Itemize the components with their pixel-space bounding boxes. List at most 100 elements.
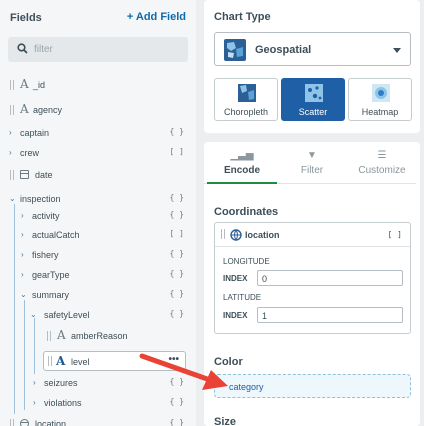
chevron-right-icon[interactable]: › [21, 230, 24, 239]
field-row-actualcatch[interactable]: › actualCatch [ ] [0, 226, 196, 244]
object-type-icon: { } [169, 210, 184, 219]
field-row-inspection[interactable]: ⌄ inspection { } [0, 190, 196, 208]
geo-field-icon [230, 229, 242, 241]
field-row-safetylevel[interactable]: ⌄ safetyLevel { } [0, 306, 196, 324]
tab-encode[interactable]: ▁▃▅ Encode [207, 142, 277, 184]
string-type-icon: A [20, 102, 29, 116]
field-label: summary [32, 290, 70, 300]
drag-handle-icon[interactable] [10, 80, 14, 90]
field-label: inspection [20, 194, 61, 204]
chart-type-heading: Chart Type [214, 11, 271, 23]
chart-type-selected: Geospatial [255, 44, 312, 56]
chevron-right-icon[interactable]: › [9, 148, 12, 157]
drag-handle-icon[interactable] [10, 419, 14, 426]
field-label: level [71, 357, 90, 367]
chart-subtype-heatmap[interactable]: Heatmap [348, 78, 412, 121]
drag-handle-icon[interactable] [47, 331, 51, 341]
latitude-index-input[interactable]: 1 [257, 307, 403, 323]
latitude-label: LATITUDE [223, 293, 262, 302]
field-row-date[interactable]: date [0, 166, 196, 184]
chart-type-select[interactable]: Geospatial [214, 32, 411, 66]
field-row-crew[interactable]: › crew [ ] [0, 144, 196, 162]
longitude-index-input[interactable]: 0 [257, 270, 403, 286]
app-root: Fields + Add Field filter A _id A agency… [0, 0, 424, 426]
chevron-right-icon[interactable]: › [21, 211, 24, 220]
longitude-label: LONGITUDE [223, 257, 270, 266]
field-label: safetyLevel [44, 310, 90, 320]
object-type-icon: { } [169, 418, 184, 426]
object-type-icon: { } [169, 289, 184, 298]
scatter-icon [305, 84, 323, 102]
chevron-right-icon[interactable]: › [21, 250, 24, 259]
chart-subtype-choropleth[interactable]: Choropleth [214, 78, 278, 121]
field-row-captain[interactable]: › captain { } [0, 124, 196, 142]
chart-subtype-scatter[interactable]: Scatter [281, 78, 345, 121]
chevron-down-icon[interactable]: ⌄ [9, 194, 16, 203]
heatmap-icon [372, 84, 390, 102]
array-type-icon: [ ] [169, 147, 184, 156]
size-heading: Size [214, 416, 237, 426]
choropleth-label: Choropleth [223, 107, 269, 117]
color-drop-zone[interactable]: category [214, 374, 411, 398]
field-row-fishery[interactable]: › fishery { } [0, 246, 196, 264]
field-label: agency [33, 105, 63, 115]
chevron-down-icon[interactable]: ⌄ [30, 310, 37, 319]
longitude-index-label: INDEX [223, 274, 248, 283]
field-label: _id [33, 80, 46, 90]
chart-type-card: Chart Type Geospatial Choropleth Scatter… [204, 0, 420, 133]
field-label: gearType [32, 270, 70, 280]
fields-heading: Fields [10, 12, 42, 24]
drag-handle-icon[interactable] [48, 356, 52, 366]
coordinates-field-label: location [245, 230, 280, 240]
color-field-label: category [229, 382, 264, 392]
chevron-down-icon[interactable]: ⌄ [20, 290, 27, 299]
drag-handle-icon[interactable] [10, 170, 14, 180]
string-type-icon: A [56, 354, 66, 368]
field-row-activity[interactable]: › activity { } [0, 207, 196, 225]
string-type-icon: A [57, 328, 66, 342]
field-label: date [35, 170, 53, 180]
array-type-icon: [ ] [169, 229, 184, 238]
choropleth-icon [238, 84, 256, 102]
tab-filter[interactable]: ▼ Filter [277, 142, 347, 184]
field-row-violations[interactable]: › violations { } [0, 394, 196, 412]
object-type-icon: { } [169, 193, 184, 202]
object-type-icon: { } [169, 249, 184, 258]
drag-handle-icon[interactable] [10, 105, 14, 115]
coordinates-field-header[interactable]: location [ ] [215, 223, 410, 247]
tab-customize[interactable]: ☰ Customize [347, 142, 417, 184]
geo-type-icon [20, 419, 29, 426]
field-row-amberreason[interactable]: A amberReason [0, 327, 196, 345]
field-row-id[interactable]: A _id [0, 76, 196, 94]
drag-handle-icon[interactable] [221, 229, 225, 239]
coordinates-heading: Coordinates [214, 206, 279, 218]
chevron-right-icon[interactable]: › [9, 128, 12, 137]
encode-tabs: ▁▃▅ Encode ▼ Filter ☰ Customize [204, 142, 416, 184]
sliders-icon: ☰ [377, 150, 387, 161]
field-label: violations [44, 398, 82, 408]
bar-chart-icon: ▁▃▅ [230, 150, 254, 161]
chevron-right-icon[interactable]: › [21, 270, 24, 279]
field-label: activity [32, 211, 60, 221]
field-row-summary[interactable]: ⌄ summary { } [0, 286, 196, 304]
tab-label: Encode [223, 165, 261, 176]
chevron-right-icon[interactable]: › [33, 398, 36, 407]
add-field-label: Add Field [135, 11, 186, 23]
field-label: fishery [32, 250, 59, 260]
field-row-geartype[interactable]: › gearType { } [0, 266, 196, 284]
field-search-input[interactable]: filter [8, 37, 188, 62]
field-label: location [35, 419, 67, 426]
object-type-icon: { } [169, 269, 184, 278]
object-type-icon: { } [169, 127, 184, 136]
array-type-icon: [ ] [387, 230, 402, 239]
scatter-label: Scatter [298, 107, 328, 117]
field-label: actualCatch [32, 230, 80, 240]
field-row-agency[interactable]: A agency [0, 101, 196, 119]
tab-label: Customize [358, 165, 406, 176]
chevron-right-icon[interactable]: › [33, 378, 36, 387]
field-label: seizures [44, 378, 78, 388]
object-type-icon: { } [169, 397, 184, 406]
chart-builder-panel: Chart Type Geospatial Choropleth Scatter… [204, 0, 424, 426]
field-row-location[interactable]: location { } [0, 415, 196, 426]
add-field-button[interactable]: + Add Field [127, 11, 186, 23]
